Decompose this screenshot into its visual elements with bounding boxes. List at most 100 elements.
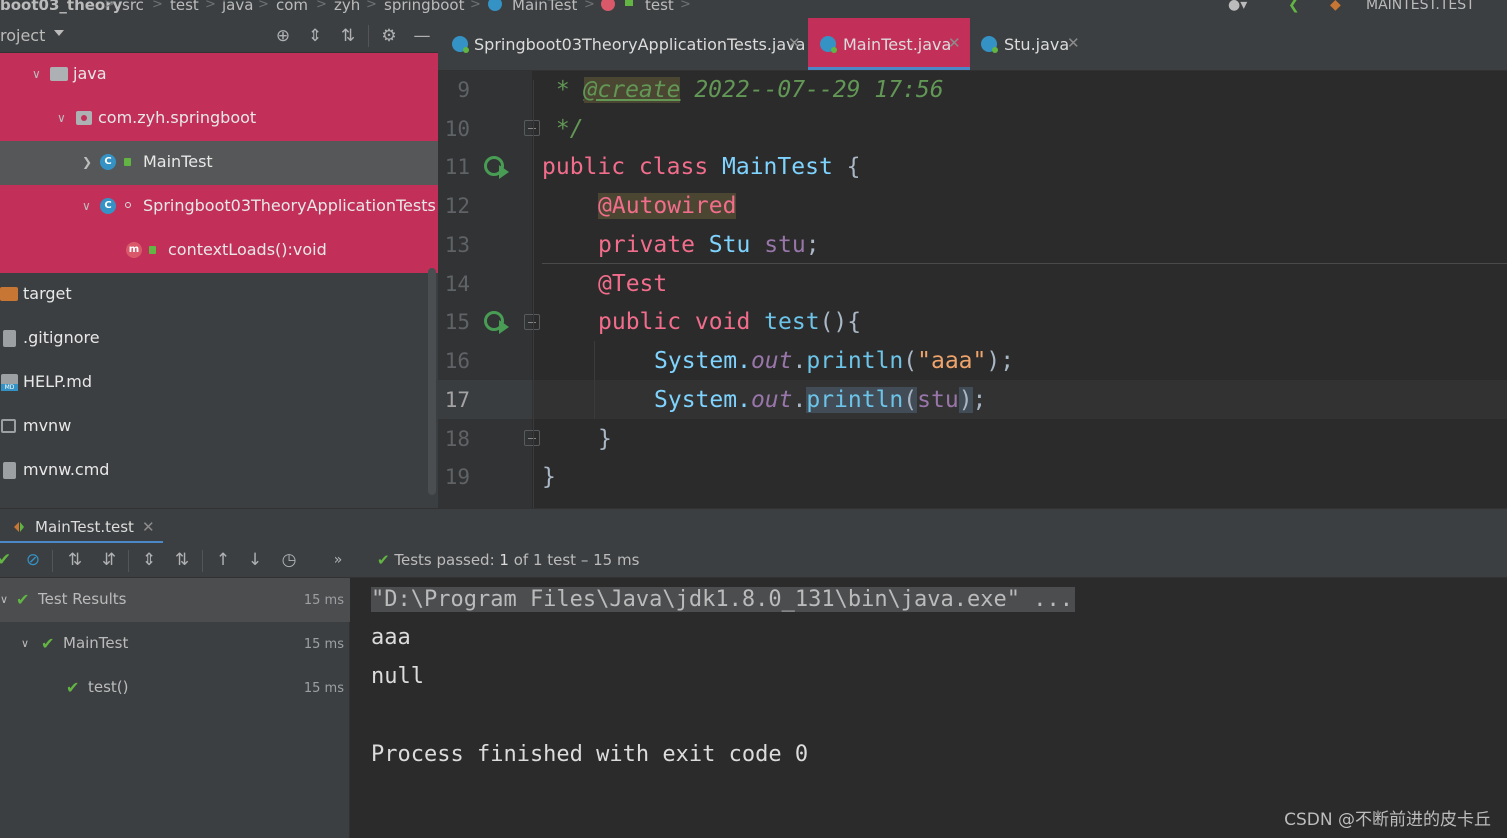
tab-apptests[interactable]: Springboot03TheoryApplicationTests.java … bbox=[438, 18, 808, 70]
chevron-down-icon[interactable] bbox=[54, 30, 64, 36]
annotation: @Test bbox=[598, 271, 668, 297]
tab-label: MainTest.java bbox=[843, 35, 952, 54]
punctuation: ; bbox=[805, 232, 820, 258]
fold-icon[interactable] bbox=[524, 430, 540, 446]
next-failed-icon[interactable]: ↓ bbox=[243, 548, 267, 572]
package-icon bbox=[76, 111, 92, 125]
run-tab-label: MainTest.test bbox=[35, 518, 134, 536]
chevron-right-icon[interactable]: ❯ bbox=[82, 155, 92, 169]
code-line-17: System.out.println(stu); bbox=[654, 381, 986, 420]
tree-item-java[interactable]: ∨ java bbox=[0, 53, 438, 97]
divider bbox=[202, 550, 203, 572]
comment-text: * bbox=[542, 77, 584, 103]
chevron-down-icon[interactable]: ∨ bbox=[0, 593, 8, 606]
tree-item-maintest[interactable]: ❯ C MainTest bbox=[0, 141, 438, 185]
sort-by-duration-icon[interactable]: ⇵ bbox=[97, 548, 121, 572]
tree-item-mvnw[interactable]: mvnw bbox=[0, 405, 438, 449]
shell-script-icon bbox=[1, 419, 16, 433]
run-test-icon[interactable] bbox=[484, 311, 509, 334]
close-icon[interactable]: ✕ bbox=[948, 34, 961, 52]
result-label: Test Results bbox=[38, 590, 127, 608]
line-number: 11 bbox=[444, 155, 470, 179]
test-history-icon[interactable]: ◷ bbox=[277, 548, 301, 572]
tree-item-label: MainTest bbox=[143, 152, 213, 171]
code-line-19: } bbox=[542, 458, 556, 497]
close-icon[interactable]: ✕ bbox=[788, 34, 801, 52]
class-icon bbox=[981, 36, 998, 53]
collapse-all-icon[interactable]: ⇅ bbox=[170, 548, 194, 572]
chevron-down-icon[interactable]: ∨ bbox=[32, 67, 41, 81]
tree-item-gitignore[interactable]: .gitignore bbox=[0, 317, 438, 361]
class-icon: C bbox=[100, 198, 116, 214]
console-command[interactable]: "D:\Program Files\Java\jdk1.8.0_131\bin\… bbox=[371, 587, 1075, 612]
tree-item-target[interactable]: target bbox=[0, 273, 438, 317]
code-editor[interactable] bbox=[532, 71, 1507, 508]
result-time: 15 ms bbox=[303, 593, 344, 608]
breadcrumb-item-test[interactable]: test bbox=[170, 0, 199, 15]
breadcrumb-item-springboot[interactable]: springboot bbox=[384, 0, 464, 15]
previous-failed-icon[interactable]: ↑ bbox=[211, 548, 235, 572]
build-icon[interactable]: ◆ bbox=[1330, 0, 1341, 15]
expand-all-icon[interactable]: ⇕ bbox=[137, 548, 161, 572]
check-icon: ✔ bbox=[41, 634, 55, 653]
line-number: 13 bbox=[444, 233, 470, 257]
project-scrollbar[interactable] bbox=[428, 268, 436, 495]
tree-item-mvnwcmd[interactable]: mvnw.cmd bbox=[0, 449, 438, 493]
run-config-label[interactable]: MAINTEST.TEST bbox=[1366, 0, 1475, 15]
public-access-icon bbox=[625, 0, 633, 6]
test-results-method[interactable]: ✔ test() 15 ms bbox=[0, 666, 350, 710]
tab-stu[interactable]: Stu.java ✕ bbox=[970, 18, 1088, 70]
run-test-icon[interactable] bbox=[484, 156, 509, 179]
check-icon: ✔ bbox=[16, 590, 30, 609]
chevron-down-icon[interactable]: ∨ bbox=[57, 111, 66, 125]
locate-icon[interactable]: ⊕ bbox=[273, 26, 293, 46]
type-name: Stu bbox=[708, 232, 751, 258]
tree-item-package[interactable]: ∨ com.zyh.springboot bbox=[0, 97, 438, 141]
fold-icon[interactable] bbox=[524, 314, 540, 330]
code-line-18: } bbox=[598, 420, 612, 459]
breadcrumb-item-java[interactable]: java bbox=[222, 0, 253, 15]
project-panel-title[interactable]: roject bbox=[0, 26, 45, 45]
chevron-down-icon[interactable]: ∨ bbox=[82, 199, 91, 213]
navigation-breadcrumb: boot03_theory > src > test > java > com … bbox=[0, 0, 1507, 18]
method-call: println bbox=[806, 348, 904, 374]
tree-item-contextloads[interactable]: m contextLoads():void bbox=[0, 229, 438, 273]
tree-item-apptests[interactable]: ∨ C Springboot03TheoryApplicationTests bbox=[0, 185, 438, 229]
show-passed-icon[interactable]: ✔ bbox=[0, 548, 16, 572]
expand-all-icon[interactable]: ⇕ bbox=[305, 26, 325, 46]
class-icon bbox=[488, 0, 502, 11]
console-line: "D:\Program Files\Java\jdk1.8.0_131\bin\… bbox=[371, 580, 1075, 619]
breadcrumb-item-method[interactable]: test bbox=[645, 0, 674, 15]
sort-alphabetically-icon[interactable]: ⇅ bbox=[63, 548, 87, 572]
fold-icon[interactable] bbox=[524, 120, 540, 136]
breadcrumb-item-com[interactable]: com bbox=[276, 0, 308, 15]
breadcrumb-item-zyh[interactable]: zyh bbox=[334, 0, 360, 15]
tree-item-label: mvnw.cmd bbox=[23, 460, 110, 479]
breadcrumb-item-class[interactable]: MainTest bbox=[512, 0, 577, 15]
test-results-root[interactable]: ∨ ✔ Test Results 15 ms bbox=[0, 578, 350, 622]
test-results-class[interactable]: ∨ ✔ MainTest 15 ms bbox=[0, 622, 350, 666]
console-output[interactable]: "D:\Program Files\Java\jdk1.8.0_131\bin\… bbox=[351, 578, 1507, 838]
public-access-icon bbox=[149, 246, 156, 254]
tree-item-help[interactable]: HELP.md bbox=[0, 361, 438, 405]
user-icon[interactable]: ●▾ bbox=[1228, 0, 1247, 15]
collapse-all-icon[interactable]: ⇅ bbox=[338, 26, 358, 46]
close-icon[interactable]: ✕ bbox=[142, 518, 155, 536]
tab-maintest[interactable]: MainTest.java ✕ bbox=[808, 18, 970, 70]
tab-run-maintest[interactable]: MainTest.test ✕ bbox=[0, 509, 163, 544]
show-ignored-icon[interactable]: ⊘ bbox=[21, 548, 45, 572]
public-access-icon bbox=[124, 158, 131, 166]
minimize-icon[interactable]: — bbox=[412, 26, 432, 46]
divider bbox=[52, 550, 53, 572]
back-arrow-icon[interactable]: ❮ bbox=[1288, 0, 1300, 15]
code-line-10: */ bbox=[542, 110, 584, 149]
gear-icon[interactable]: ⚙ bbox=[379, 26, 399, 46]
more-actions-icon[interactable]: » bbox=[326, 548, 350, 572]
close-icon[interactable]: ✕ bbox=[1067, 34, 1080, 52]
field-name: stu bbox=[764, 232, 806, 258]
breadcrumb-item-src[interactable]: src bbox=[122, 0, 144, 15]
chevron-down-icon[interactable]: ∨ bbox=[21, 637, 29, 650]
punctuation: . bbox=[792, 348, 807, 374]
breadcrumb-separator: > bbox=[316, 0, 327, 12]
class-icon: C bbox=[100, 154, 116, 170]
